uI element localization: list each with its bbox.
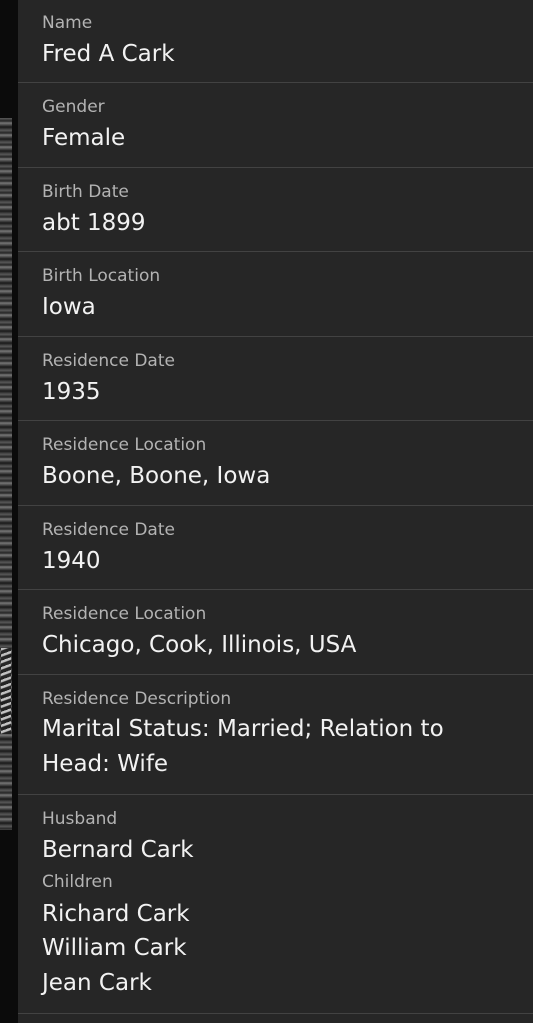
field-value: Boone, Boone, Iowa [42,463,271,489]
field-name: Name Fred A Cark [18,0,533,83]
field-label: Birth Date [42,182,129,202]
field-value: Iowa [42,294,96,320]
family-section: Husband Bernard Cark Children Richard Ca… [18,795,533,1014]
field-label: Residence Date [42,351,175,371]
field-residence-description: Residence Description Marital Status: Ma… [18,675,533,795]
husband-label: Husband [42,809,118,829]
record-details-panel[interactable]: Name Fred A Cark Gender Female Birth Dat… [18,0,533,1023]
field-birth-location: Birth Location Iowa [18,252,533,337]
field-label: Residence Location [42,435,207,455]
field-label: Residence Description [42,689,232,709]
field-birth-date: Birth Date abt 1899 [18,168,533,252]
field-label: Residence Location [42,604,207,624]
field-residence-location: Residence Location Chicago, Cook, Illino… [18,590,533,675]
field-label: Gender [42,97,105,117]
field-label: Birth Location [42,266,161,286]
husband-name[interactable]: Bernard Cark [42,835,194,865]
field-residence-date: Residence Date 1935 [18,337,533,421]
document-handwriting [1,648,11,734]
record-image-strip[interactable] [0,0,18,1023]
field-value: Marital Status: Married; Relation to Hea… [42,716,444,777]
child-name[interactable]: Richard Cark [42,899,190,929]
child-name[interactable]: William Cark [42,933,187,963]
children-label: Children [42,872,113,892]
field-label: Name [42,13,93,33]
field-value: 1940 [42,548,101,574]
record-detail-screen: Name Fred A Cark Gender Female Birth Dat… [0,0,533,1023]
field-gender: Gender Female [18,83,533,168]
field-value: 1935 [42,379,101,405]
child-name[interactable]: Jean Cark [42,968,152,998]
field-value: abt 1899 [42,210,146,236]
field-value: Chicago, Cook, Illinois, USA [42,632,357,658]
field-value: Female [42,125,126,151]
field-value: Fred A Cark [42,41,175,67]
field-residence-location: Residence Location Boone, Boone, Iowa [18,421,533,506]
field-residence-date: Residence Date 1940 [18,506,533,590]
field-label: Residence Date [42,520,175,540]
